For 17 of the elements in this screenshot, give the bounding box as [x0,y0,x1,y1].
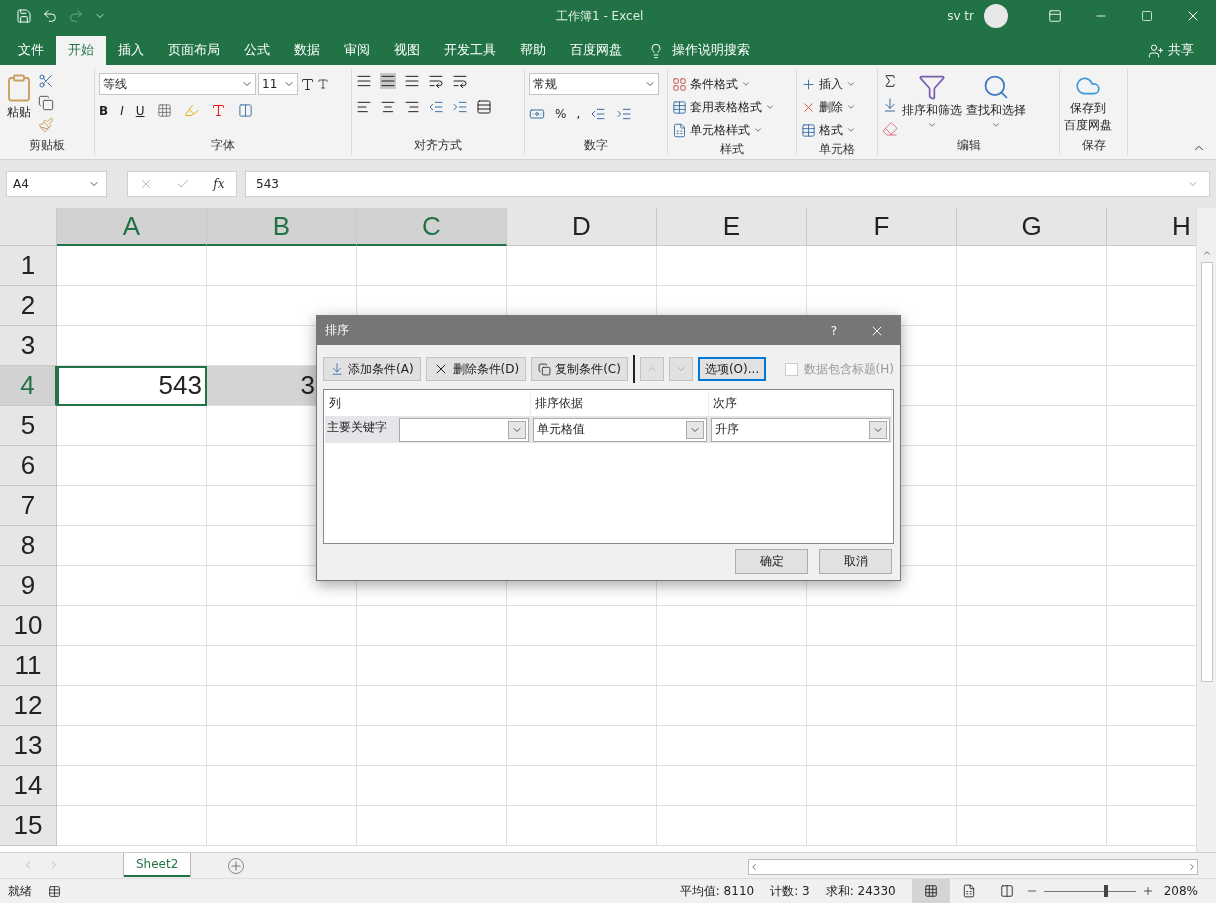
user-name: sv tr [947,9,974,23]
group-label: 保存 [1080,137,1107,154]
status-stat: 平均值: 8110 [679,882,755,900]
row-label: 主要关键字 [327,419,388,436]
window-title: 工作簿1 - Excel [556,7,645,25]
group-label: 剪贴板 [28,137,66,154]
group-label: 编辑 [955,137,982,154]
zoom-level: 208% [1163,884,1198,898]
group-label: 单元格 [818,141,856,158]
group-label: 对齐方式 [413,137,463,154]
dialog-title: 排序 [325,322,350,339]
group-label: 样式 [719,141,745,158]
group-label: 数字 [583,137,609,154]
group-label: 字体 [210,137,236,154]
status-text: 就绪 [8,882,32,900]
status-stat: 计数: 3 [770,882,810,900]
status-stat: 求和: 24330 [825,882,896,900]
